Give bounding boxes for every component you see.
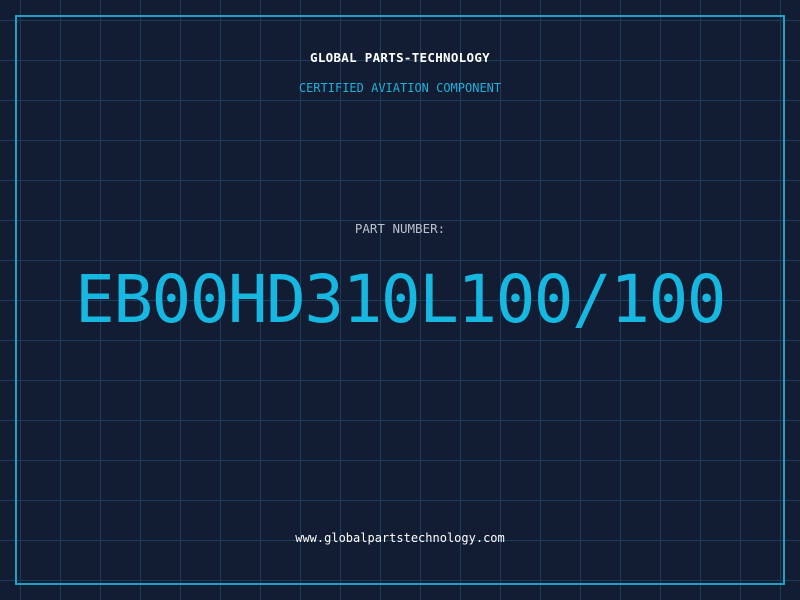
part-number-value: EB00HD310L100/100 <box>74 261 727 338</box>
website-url: www.globalpartstechnology.com <box>295 531 505 545</box>
part-number-label: PART NUMBER: <box>354 221 446 236</box>
certification-tagline: CERTIFIED AVIATION COMPONENT <box>298 81 502 95</box>
part-card: GLOBAL PARTS-TECHNOLOGY CERTIFIED AVIATI… <box>0 0 800 600</box>
company-name: GLOBAL PARTS-TECHNOLOGY <box>310 50 490 65</box>
